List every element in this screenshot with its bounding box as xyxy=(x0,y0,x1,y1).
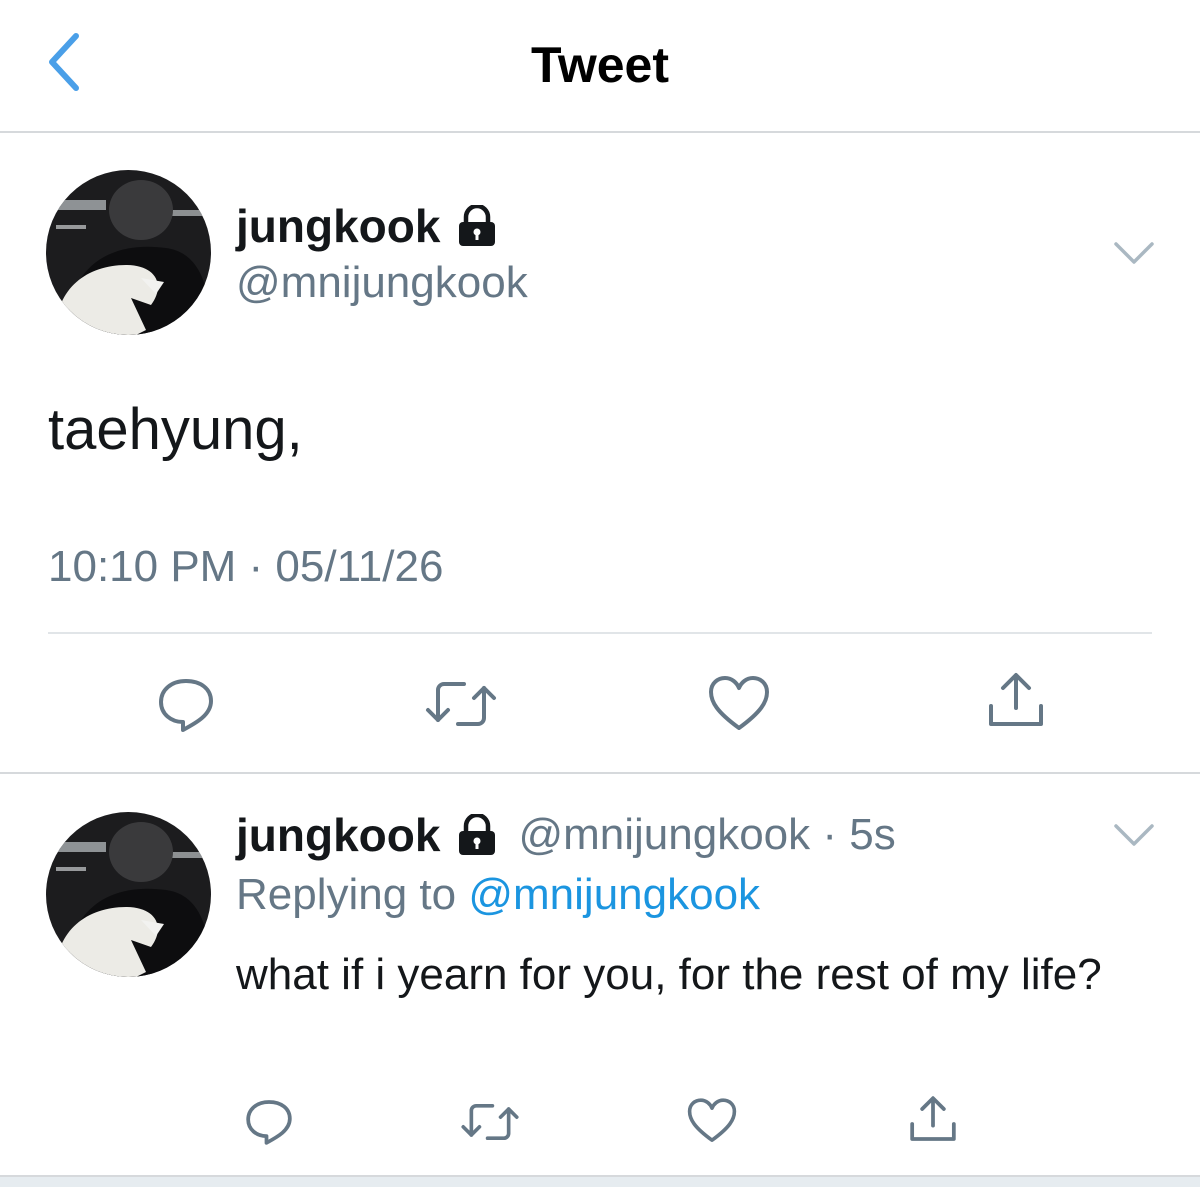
heart-icon[interactable] xyxy=(707,674,771,734)
avatar[interactable] xyxy=(46,170,211,335)
replying-to-label: Replying to xyxy=(236,870,469,919)
tweet-timestamp: 10:10 PM · 05/11/26 xyxy=(48,542,444,591)
retweet-icon[interactable] xyxy=(460,1099,520,1145)
comment-icon[interactable] xyxy=(244,1097,294,1147)
nav-bar: Tweet xyxy=(0,0,1200,133)
chevron-down-icon[interactable] xyxy=(1112,822,1156,848)
reply-author-row: jungkook @mnijungkook · 5s xyxy=(236,808,896,862)
page-title: Tweet xyxy=(531,37,669,93)
author-name[interactable]: jungkook xyxy=(236,199,440,253)
lock-icon xyxy=(459,814,496,855)
reply-handle-time[interactable]: @mnijungkook · 5s xyxy=(518,810,895,860)
comment-icon[interactable] xyxy=(156,675,216,735)
share-icon[interactable] xyxy=(907,1094,959,1144)
reply-author-name[interactable]: jungkook xyxy=(236,808,440,862)
avatar[interactable] xyxy=(46,812,211,977)
author-row: jungkook xyxy=(236,199,500,253)
reply-text: what if i yearn for you, for the rest of… xyxy=(236,950,1102,999)
replying-to-mention[interactable]: @mnijungkook xyxy=(468,870,760,919)
tweet-text: taehyung, xyxy=(48,397,303,462)
divider xyxy=(0,772,1200,774)
author-handle[interactable]: @mnijungkook xyxy=(236,258,528,308)
chevron-down-icon[interactable] xyxy=(1112,240,1156,266)
heart-icon[interactable] xyxy=(686,1097,738,1145)
replying-to-line: Replying to @mnijungkook xyxy=(236,870,760,920)
divider xyxy=(48,632,1152,634)
retweet-icon[interactable] xyxy=(424,676,498,732)
lock-icon xyxy=(459,205,496,246)
bottom-separator xyxy=(0,1175,1200,1187)
share-icon[interactable] xyxy=(985,670,1047,730)
